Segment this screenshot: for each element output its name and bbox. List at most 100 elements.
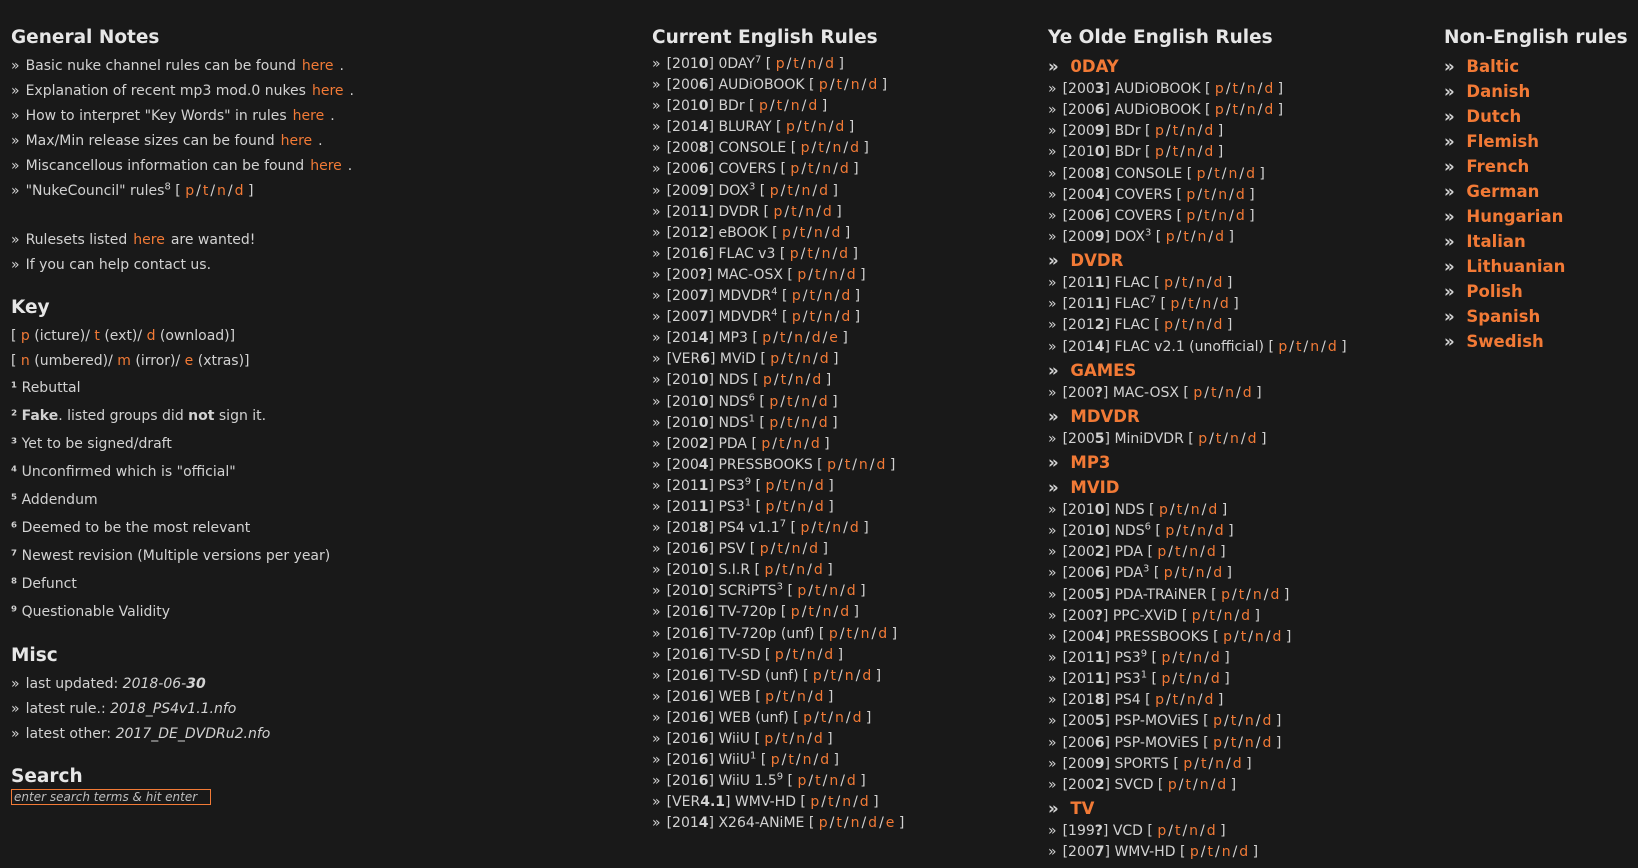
rule-link-d[interactable]: d xyxy=(850,520,859,536)
rule-link-d[interactable]: d xyxy=(820,351,829,367)
rule-link-d[interactable]: d xyxy=(819,183,828,199)
rule-link-d[interactable]: d xyxy=(1211,650,1220,666)
rule-link-p[interactable]: p xyxy=(1278,339,1287,355)
language-link[interactable]: Polish xyxy=(1461,282,1522,301)
rule-link-d[interactable]: d xyxy=(847,773,856,789)
rule-link-t[interactable]: t xyxy=(793,56,799,72)
rule-link-p[interactable]: p xyxy=(1155,692,1164,708)
language-link[interactable]: Baltic xyxy=(1461,57,1519,76)
here-link[interactable]: here xyxy=(302,58,334,74)
rule-link-p[interactable]: p xyxy=(1157,544,1166,560)
rule-link-p[interactable]: p xyxy=(1213,735,1222,751)
rule-link-n[interactable]: n xyxy=(822,161,831,177)
rule-link-p[interactable]: p xyxy=(1155,144,1164,160)
rule-link-t[interactable]: t xyxy=(815,773,821,789)
rule-link-p[interactable]: p xyxy=(769,394,778,410)
rule-link-p[interactable]: p xyxy=(776,56,785,72)
rule-link-p[interactable]: p xyxy=(786,119,795,135)
rule-link-p[interactable]: p xyxy=(1221,587,1230,603)
rule-link-p[interactable]: p xyxy=(810,794,819,810)
rule-link-d[interactable]: d xyxy=(1236,187,1245,203)
language-link[interactable]: Swedish xyxy=(1461,332,1543,351)
rule-link-d[interactable]: d xyxy=(847,267,856,283)
rule-link-p[interactable]: p xyxy=(819,815,828,831)
rule-link-n[interactable]: n xyxy=(845,668,854,684)
rule-link-d[interactable]: d xyxy=(1207,544,1216,560)
rule-link-d[interactable]: d xyxy=(814,562,823,578)
rule-link-t[interactable]: t xyxy=(1204,187,1210,203)
rule-link-n[interactable]: n xyxy=(1215,756,1224,772)
key-letter-e[interactable]: e xyxy=(185,353,194,369)
wanted-here-link[interactable]: here xyxy=(133,232,165,248)
rule-link-n[interactable]: n xyxy=(829,773,838,789)
rule-link-d[interactable]: d xyxy=(840,161,849,177)
rule-link-p[interactable]: p xyxy=(782,225,791,241)
rule-link-n[interactable]: n xyxy=(1230,431,1239,447)
rule-link-n[interactable]: n xyxy=(1245,735,1254,751)
language-link[interactable]: Spanish xyxy=(1461,307,1540,326)
category-link[interactable]: TV xyxy=(1065,799,1094,818)
rule-link-n[interactable]: n xyxy=(814,225,823,241)
here-link[interactable]: here xyxy=(293,108,325,124)
rule-link-d[interactable]: d xyxy=(841,288,850,304)
rule-link-p[interactable]: p xyxy=(829,626,838,642)
rule-link-d[interactable]: d xyxy=(814,731,823,747)
rule-link-t[interactable]: t xyxy=(808,161,814,177)
rule-link-n[interactable]: n xyxy=(1187,144,1196,160)
rule-link-d[interactable]: d xyxy=(839,246,848,262)
rule-link-n[interactable]: n xyxy=(835,710,844,726)
rule-link-p[interactable]: p xyxy=(765,689,774,705)
rule-link-p[interactable]: p xyxy=(797,267,806,283)
rule-link-d[interactable]: d xyxy=(1208,502,1217,518)
rule-link-n[interactable]: n xyxy=(829,267,838,283)
rule-link-d[interactable]: d xyxy=(808,98,817,114)
rule-link-d[interactable]: d xyxy=(1204,144,1213,160)
rule-link-d[interactable]: d xyxy=(1220,296,1229,312)
rule-link-d[interactable]: d xyxy=(819,394,828,410)
rule-link-d[interactable]: d xyxy=(1204,123,1213,139)
rule-link-d[interactable]: d xyxy=(841,309,850,325)
rule-link-n[interactable]: n xyxy=(1218,208,1227,224)
rule-link-n[interactable]: n xyxy=(796,562,805,578)
rule-link-p[interactable]: p xyxy=(1183,756,1192,772)
rule-link-d[interactable]: d xyxy=(1211,671,1220,687)
rule-link-p[interactable]: p xyxy=(790,246,799,262)
rule-link-n[interactable]: n xyxy=(801,394,810,410)
rule-link-p[interactable]: p xyxy=(769,415,778,431)
rule-link-p[interactable]: p xyxy=(771,752,780,768)
rule-link-n[interactable]: n xyxy=(832,520,841,536)
rule-link-p[interactable]: p xyxy=(1215,81,1224,97)
rule-link-t[interactable]: t xyxy=(1183,229,1189,245)
rule-link-d[interactable]: d xyxy=(1215,229,1224,245)
key-letter-m[interactable]: m xyxy=(117,353,131,369)
rule-link-n[interactable]: n xyxy=(1196,317,1205,333)
rule-link-d[interactable]: d xyxy=(1217,777,1226,793)
rule-link-n[interactable]: n xyxy=(805,204,814,220)
rule-link-p[interactable]: p xyxy=(1190,844,1199,860)
rule-link-n[interactable]: n xyxy=(1187,123,1196,139)
rule-link-n[interactable]: n xyxy=(1193,671,1202,687)
rule-link-n[interactable]: n xyxy=(797,689,806,705)
here-link[interactable]: here xyxy=(312,83,344,99)
rule-link-p[interactable]: p xyxy=(773,204,782,220)
rule-link-n[interactable]: n xyxy=(1189,823,1198,839)
rule-link-t[interactable]: t xyxy=(1296,339,1302,355)
category-link[interactable]: MVID xyxy=(1065,478,1119,497)
rule-link-d[interactable]: d xyxy=(847,583,856,599)
rule-link-t[interactable]: t xyxy=(1175,544,1181,560)
rule-link-d[interactable]: d xyxy=(860,794,869,810)
rule-link-p[interactable]: p xyxy=(1157,823,1166,839)
rule-link-d[interactable]: d xyxy=(1241,608,1250,624)
rule-link-n[interactable]: n xyxy=(818,119,827,135)
rule-link-t[interactable]: t xyxy=(787,183,793,199)
rule-link-d[interactable]: d xyxy=(812,330,821,346)
rule-link-d[interactable]: d xyxy=(835,119,844,135)
rule-link-n[interactable]: n xyxy=(859,457,868,473)
rule-link-n[interactable]: n xyxy=(801,415,810,431)
rule-link-d[interactable]: d xyxy=(840,604,849,620)
rule-link-n[interactable]: n xyxy=(1225,385,1234,401)
rule-link-n[interactable]: n xyxy=(793,436,802,452)
rule-link-n[interactable]: n xyxy=(824,309,833,325)
rule-link-n[interactable]: n xyxy=(797,478,806,494)
category-link[interactable]: DVDR xyxy=(1065,251,1123,270)
